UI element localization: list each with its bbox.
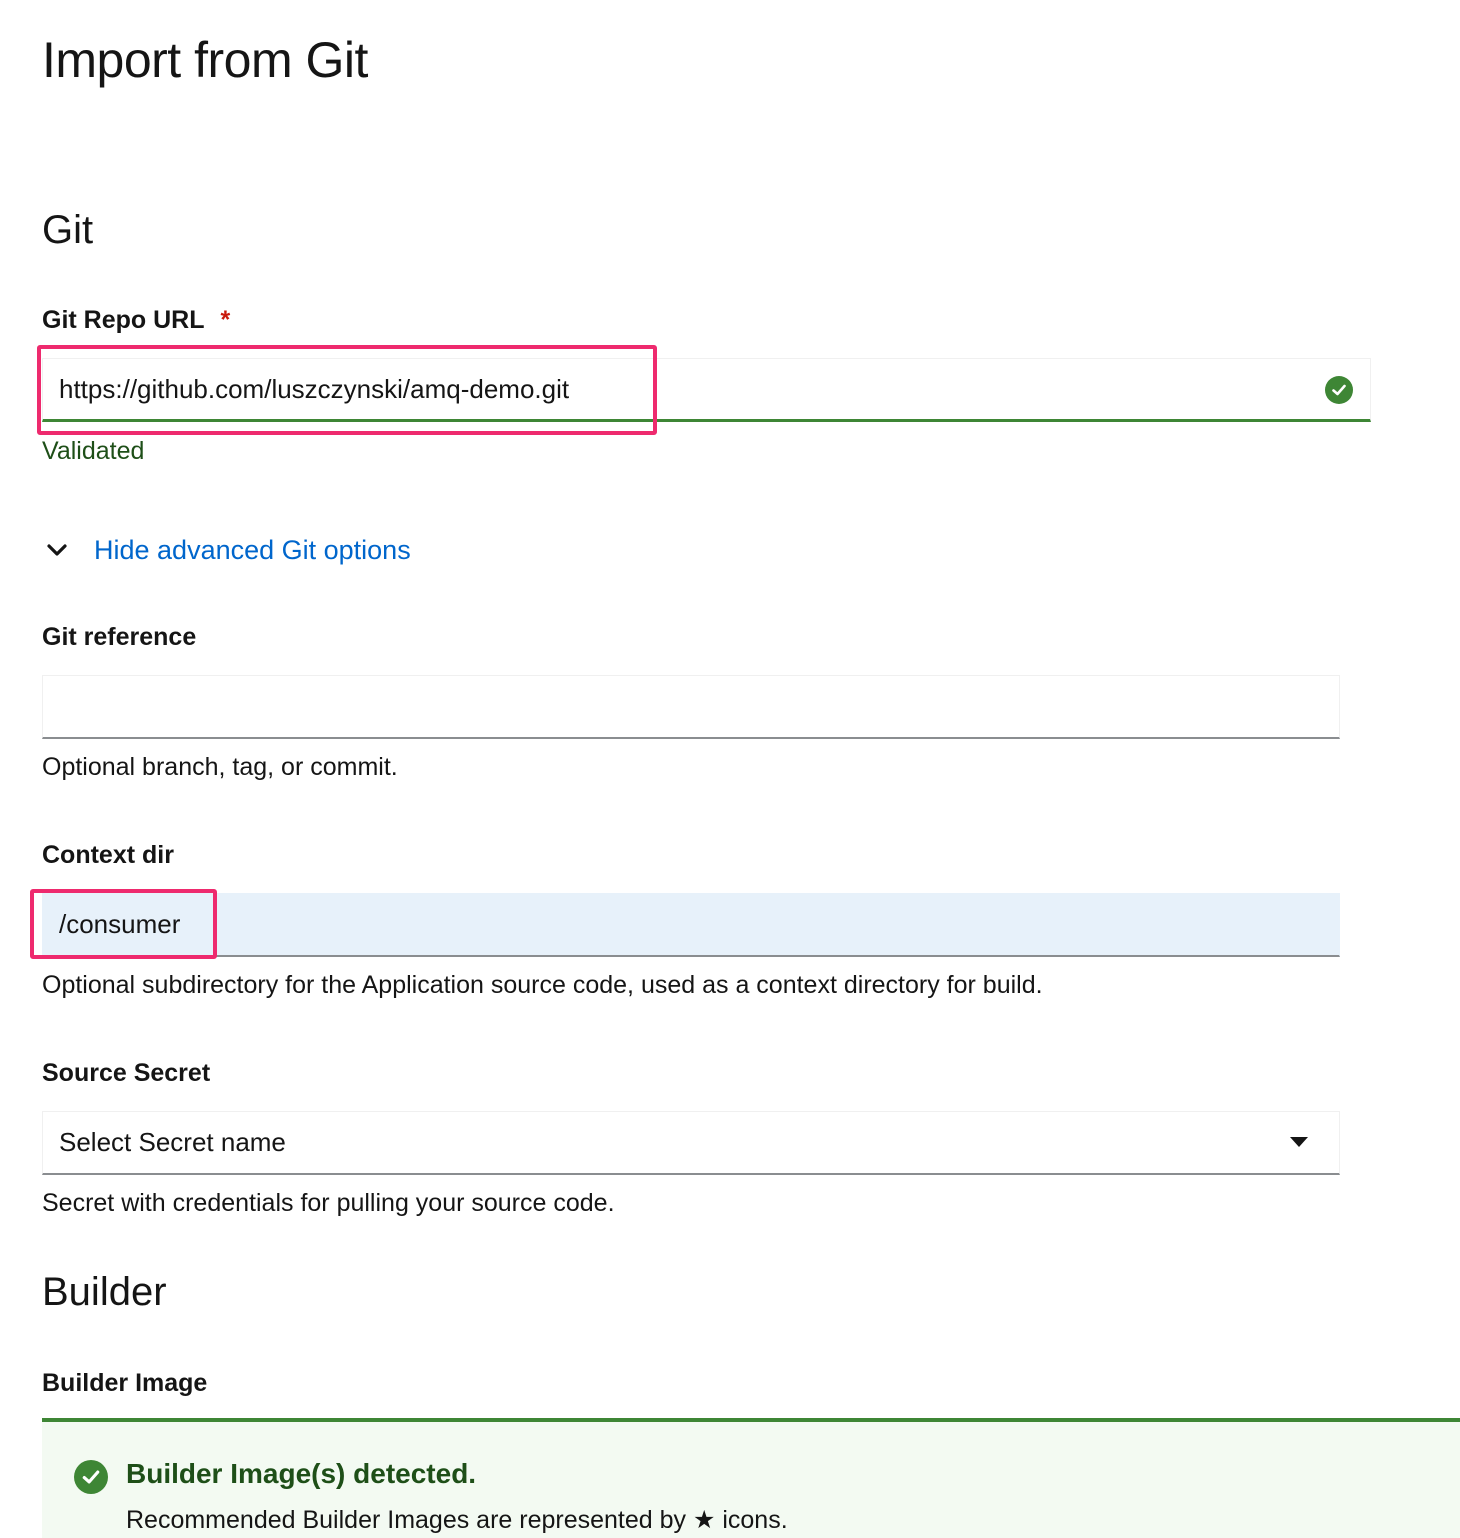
success-check-icon — [1325, 376, 1353, 404]
page-title: Import from Git — [42, 32, 368, 88]
success-circle-icon — [74, 1460, 108, 1494]
source-secret-helper: Secret with credentials for pulling your… — [42, 1189, 615, 1217]
alert-title: Builder Image(s) detected. — [126, 1458, 477, 1489]
alert-body: Recommended Builder Images are represent… — [126, 1506, 788, 1534]
source-secret-select[interactable]: Select Secret name — [42, 1111, 1340, 1175]
git-repo-url-input[interactable]: https://github.com/luszczynski/amq-demo.… — [42, 358, 1371, 422]
builder-image-label: Builder Image — [42, 1369, 208, 1397]
caret-down-icon — [1259, 1112, 1339, 1172]
git-repo-url-label: Git Repo URL * — [42, 304, 230, 336]
git-repo-url-value: https://github.com/luszczynski/amq-demo.… — [59, 374, 570, 404]
advanced-git-options-toggle[interactable]: Hide advanced Git options — [42, 532, 411, 568]
required-indicator: * — [220, 306, 231, 334]
git-section-title: Git — [42, 208, 94, 252]
builder-section-title: Builder — [42, 1270, 167, 1314]
context-dir-helper: Optional subdirectory for the Applicatio… — [42, 971, 1043, 999]
git-repo-url-status: Validated — [42, 437, 145, 465]
context-dir-input[interactable]: /consumer — [42, 893, 1340, 957]
git-reference-input[interactable] — [42, 675, 1340, 739]
git-reference-helper: Optional branch, tag, or commit. — [42, 753, 398, 781]
git-reference-label: Git reference — [42, 623, 197, 651]
chevron-down-icon — [42, 535, 72, 565]
git-repo-url-label-text: Git Repo URL — [42, 306, 205, 334]
builder-detected-alert: Builder Image(s) detected. Recommended B… — [42, 1418, 1460, 1538]
context-dir-label: Context dir — [42, 841, 174, 869]
source-secret-placeholder: Select Secret name — [59, 1127, 286, 1157]
context-dir-value: /consumer — [59, 909, 181, 939]
advanced-git-options-label: Hide advanced Git options — [94, 535, 411, 565]
source-secret-label: Source Secret — [42, 1059, 211, 1087]
